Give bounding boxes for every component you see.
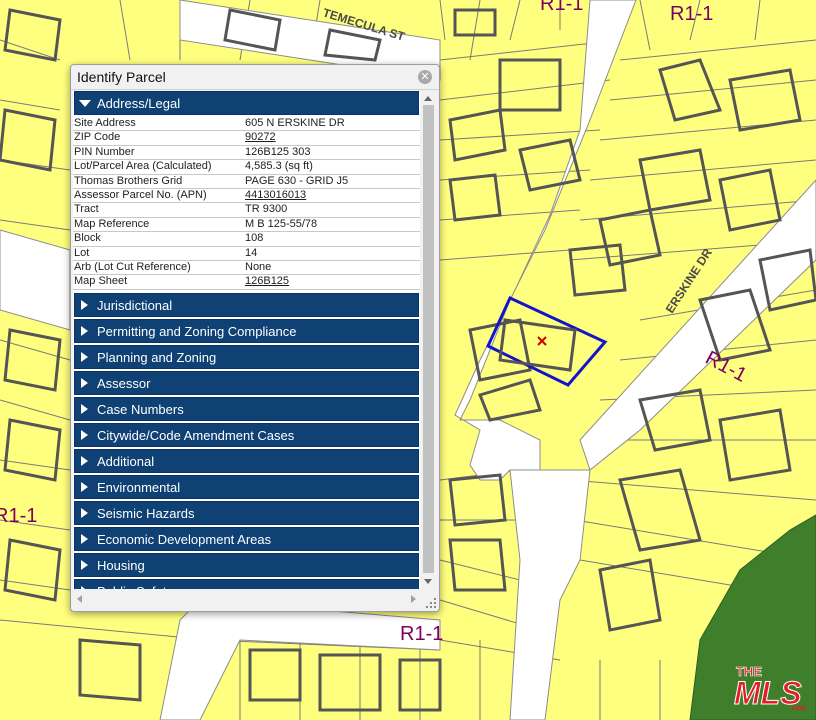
panel-title: Identify Parcel bbox=[77, 69, 166, 85]
detail-label: Site Address bbox=[74, 117, 136, 129]
section-label: Additional bbox=[97, 453, 155, 469]
detail-value: 108 bbox=[245, 232, 264, 245]
scroll-left-icon[interactable] bbox=[77, 595, 82, 603]
detail-value: TR 9300 bbox=[245, 203, 288, 216]
detail-value: 605 N ERSKINE DR bbox=[245, 117, 345, 129]
detail-label: ZIP Code bbox=[74, 131, 121, 144]
scroll-right-icon[interactable] bbox=[411, 595, 416, 603]
scroll-down-icon[interactable] bbox=[424, 579, 432, 584]
section-label: Environmental bbox=[97, 479, 181, 495]
detail-value: 14 bbox=[245, 246, 258, 259]
detail-row: Site Address 605 N ERSKINE DR bbox=[73, 117, 420, 132]
section-label: Jurisdictional bbox=[97, 297, 173, 313]
zone-label: R1-1 bbox=[540, 0, 583, 15]
triangle-right-icon bbox=[81, 403, 88, 414]
triangle-right-icon bbox=[81, 455, 88, 466]
triangle-right-icon bbox=[81, 481, 88, 492]
section-label: Planning and Zoning bbox=[97, 349, 217, 365]
detail-row: Thomas Brothers Grid PAGE 630 - GRID J5 bbox=[73, 175, 420, 189]
scroll-up-icon[interactable] bbox=[424, 96, 432, 101]
triangle-right-icon bbox=[81, 325, 88, 336]
detail-label: Assessor Parcel No. (APN) bbox=[74, 188, 207, 201]
section-economic-development-areas[interactable]: Economic Development Areas bbox=[74, 526, 419, 551]
section-label: Assessor bbox=[97, 375, 151, 391]
section-label: Case Numbers bbox=[97, 401, 184, 417]
section-planning-and-zoning[interactable]: Planning and Zoning bbox=[74, 344, 419, 369]
section-jurisdictional[interactable]: Jurisdictional bbox=[74, 292, 419, 317]
section-address-legal[interactable]: Address/Legal bbox=[74, 91, 419, 115]
detail-row: Tract TR 9300 bbox=[73, 203, 420, 218]
vertical-scrollbar[interactable] bbox=[421, 91, 436, 589]
detail-value: M B 125-55/78 bbox=[245, 217, 318, 230]
section-seismic-hazards[interactable]: Seismic Hazards bbox=[74, 500, 419, 525]
detail-row: Lot/Parcel Area (Calculated) 4,585.3 (sq … bbox=[73, 160, 420, 175]
section-label: Citywide/Code Amendment Cases bbox=[97, 427, 295, 443]
triangle-right-icon bbox=[81, 377, 88, 388]
detail-link[interactable]: 90272 bbox=[245, 131, 276, 144]
collapsed-sections: Jurisdictional Permitting and Zoning Comp… bbox=[73, 292, 420, 589]
detail-row: Assessor Parcel No. (APN) 4413016013 bbox=[73, 188, 420, 204]
section-label: Economic Development Areas bbox=[97, 531, 272, 547]
detail-row: Block 108 bbox=[73, 232, 420, 247]
section-assessor[interactable]: Assessor bbox=[74, 370, 419, 395]
detail-row: Map Sheet 126B125 bbox=[73, 275, 420, 290]
resize-grip-icon[interactable] bbox=[426, 598, 436, 608]
detail-label: Thomas Brothers Grid bbox=[74, 174, 183, 187]
panel-header[interactable]: Identify Parcel ✕ bbox=[71, 65, 439, 90]
triangle-right-icon bbox=[81, 559, 88, 570]
section-label: Permitting and Zoning Compliance bbox=[97, 323, 297, 339]
detail-value: None bbox=[245, 260, 272, 273]
detail-link[interactable]: 126B125 bbox=[245, 275, 289, 288]
detail-value: 126B125 303 bbox=[245, 145, 311, 158]
detail-label: Block bbox=[74, 232, 101, 245]
scrollbar-thumb[interactable] bbox=[423, 105, 434, 573]
address-legal-details: Site Address 605 N ERSKINE DR ZIP Code 9027… bbox=[73, 117, 420, 290]
section-case-numbers[interactable]: Case Numbers bbox=[74, 396, 419, 421]
detail-row: ZIP Code 90272 bbox=[73, 131, 420, 146]
section-label: Housing bbox=[97, 557, 145, 573]
svg-text:.COM: .COM bbox=[790, 706, 806, 712]
detail-row: PIN Number 126B125 303 bbox=[73, 145, 420, 161]
section-label: Public Safety bbox=[97, 584, 173, 589]
triangle-right-icon bbox=[81, 533, 88, 544]
section-housing[interactable]: Housing bbox=[74, 552, 419, 577]
detail-label: Map Sheet bbox=[74, 275, 128, 288]
close-icon[interactable]: ✕ bbox=[418, 70, 432, 84]
section-environmental[interactable]: Environmental bbox=[74, 474, 419, 499]
triangle-right-icon bbox=[81, 585, 88, 589]
detail-label: Lot/Parcel Area (Calculated) bbox=[74, 160, 212, 173]
section-permitting-and-zoning-compliance[interactable]: Permitting and Zoning Compliance bbox=[74, 318, 419, 343]
triangle-down-icon bbox=[79, 100, 91, 107]
section-label: Address/Legal bbox=[97, 96, 181, 111]
section-public-safety[interactable]: Public Safety bbox=[74, 578, 419, 589]
panel-content: Address/Legal Site Address 605 N ERSKINE … bbox=[73, 91, 420, 589]
mls-logo: THE MLS .COM bbox=[734, 664, 806, 712]
detail-row: Map Reference M B 125-55/78 bbox=[73, 217, 420, 233]
identify-parcel-panel: Identify Parcel ✕ Address/Legal Site Add… bbox=[70, 64, 440, 612]
triangle-right-icon bbox=[81, 507, 88, 518]
section-citywide-code-amendment-cases[interactable]: Citywide/Code Amendment Cases bbox=[74, 422, 419, 447]
detail-value: 4,585.3 (sq ft) bbox=[245, 160, 313, 173]
zone-label: R1-1 bbox=[0, 505, 37, 527]
triangle-right-icon bbox=[81, 299, 88, 310]
zone-label: R1-1 bbox=[400, 623, 443, 645]
section-label: Seismic Hazards bbox=[97, 505, 195, 521]
section-additional[interactable]: Additional bbox=[74, 448, 419, 473]
detail-label: Arb (Lot Cut Reference) bbox=[74, 260, 191, 273]
detail-label: PIN Number bbox=[74, 145, 135, 158]
horizontal-scrollbar[interactable] bbox=[73, 592, 420, 605]
detail-label: Tract bbox=[74, 203, 99, 216]
detail-value: PAGE 630 - GRID J5 bbox=[245, 174, 349, 187]
detail-label: Map Reference bbox=[74, 217, 150, 230]
detail-link[interactable]: 4413016013 bbox=[245, 189, 306, 202]
detail-label: Lot bbox=[74, 246, 90, 259]
triangle-right-icon bbox=[81, 429, 88, 440]
detail-row: Lot 14 bbox=[73, 247, 420, 261]
detail-row: Arb (Lot Cut Reference) None bbox=[73, 260, 420, 276]
triangle-right-icon bbox=[81, 351, 88, 362]
zone-label: R1-1 bbox=[670, 3, 713, 25]
